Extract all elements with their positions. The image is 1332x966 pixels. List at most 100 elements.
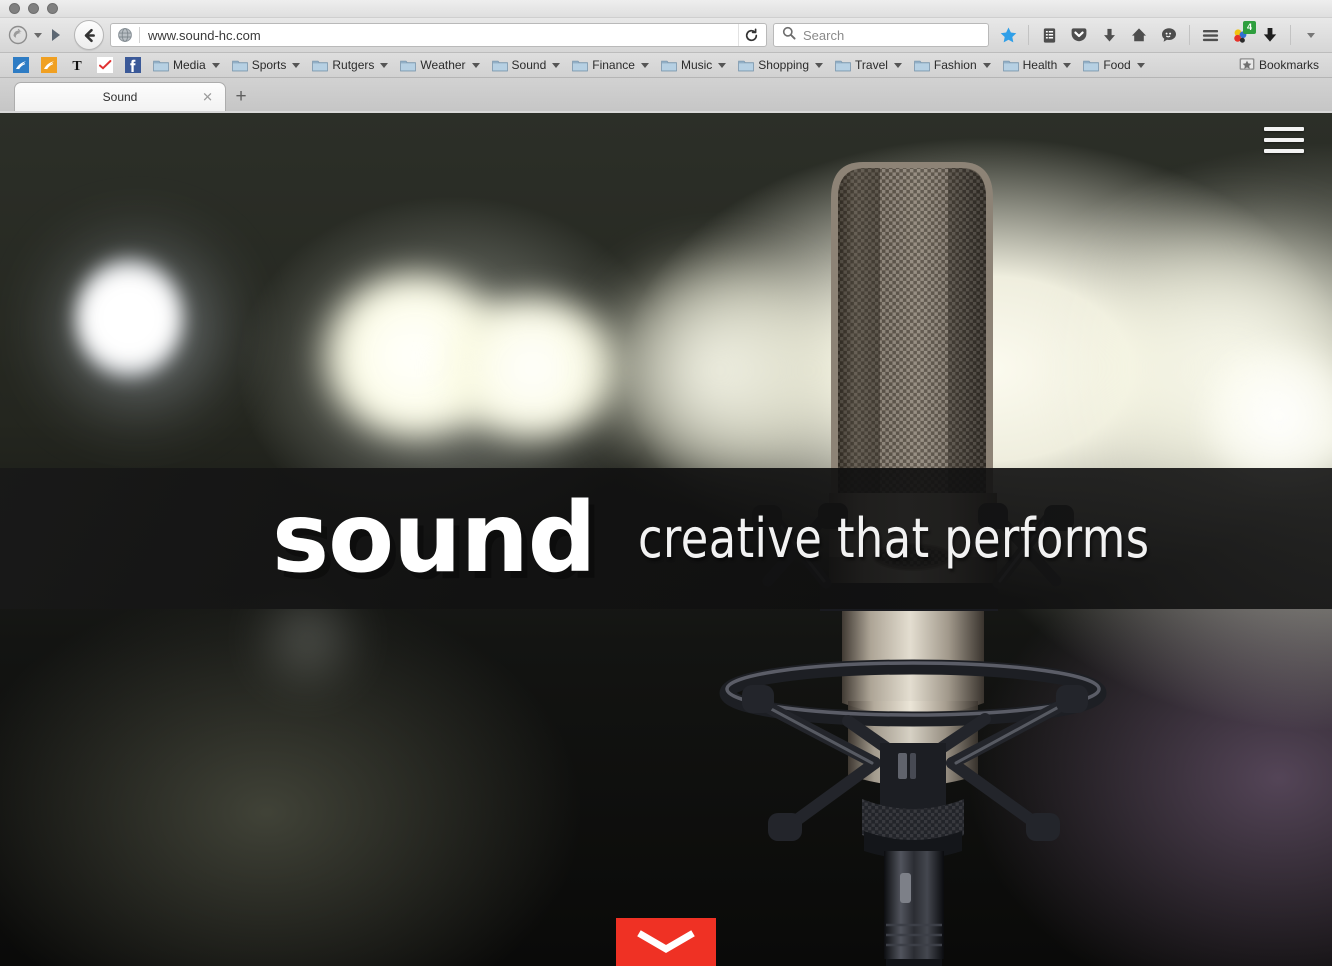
bookmark-folder-travel[interactable]: Travel — [830, 56, 907, 74]
window-titlebar — [0, 0, 1332, 18]
chevron-down-icon[interactable] — [292, 62, 301, 68]
home-icon[interactable] — [1126, 22, 1152, 48]
chevron-down-icon[interactable] — [640, 62, 649, 68]
folder-icon — [153, 59, 169, 72]
folder-icon — [572, 59, 589, 72]
bookmark-folder-media[interactable]: Media — [148, 56, 225, 74]
bookmark-folder-sound[interactable]: Sound — [487, 56, 566, 74]
browser-toolbar: www.sound-hc.com Search 4 — [0, 18, 1332, 53]
bookmark-folder-shopping[interactable]: Shopping — [733, 56, 828, 74]
folder-icon — [231, 59, 248, 72]
bookmark-item[interactable] — [36, 55, 62, 75]
pocket-icon[interactable] — [1066, 22, 1092, 48]
tab-strip: Sound ✕ + — [0, 78, 1332, 111]
bookmark-label: Sports — [251, 58, 287, 72]
reader-list-icon[interactable] — [1036, 22, 1062, 48]
folder-icon — [835, 59, 851, 72]
chevron-down-icon[interactable] — [211, 62, 220, 68]
bookmark-folder-finance[interactable]: Finance — [567, 56, 654, 74]
bookmark-label: Sound — [511, 58, 547, 72]
reload-button[interactable] — [738, 24, 764, 46]
hamburger-bar — [1264, 127, 1304, 131]
hero-section: sound creative that performs — [0, 113, 1332, 966]
nyt-favicon-icon: T — [69, 57, 85, 74]
all-bookmarks-label: Bookmarks — [1258, 58, 1319, 72]
bookmark-folder-food[interactable]: Food — [1078, 56, 1149, 74]
hero-text-band: sound creative that performs — [0, 468, 1332, 609]
bookmark-label: Finance — [592, 58, 635, 72]
chevron-down-icon[interactable] — [718, 62, 727, 68]
chevron-down-icon[interactable] — [893, 62, 902, 68]
bookmark-label: Travel — [855, 58, 888, 72]
search-input[interactable]: Search — [803, 28, 844, 43]
close-icon[interactable]: ✕ — [202, 91, 213, 104]
bookmark-folder-health[interactable]: Health — [998, 56, 1077, 74]
browser-window: www.sound-hc.com Search 4 T Media Sports… — [0, 0, 1332, 966]
chevron-down-icon[interactable] — [471, 62, 480, 68]
bookmarks-star-folder-icon — [1239, 57, 1255, 73]
folder-icon — [661, 59, 677, 72]
extension-badge: 4 — [1243, 21, 1256, 34]
globe-icon — [117, 27, 133, 43]
bookmark-label: Media — [173, 58, 206, 72]
downloads-icon[interactable] — [1096, 22, 1122, 48]
toolbar-divider — [1290, 25, 1291, 45]
search-icon — [782, 26, 796, 45]
scroll-down-button[interactable] — [616, 918, 716, 966]
folder-icon — [491, 59, 508, 72]
bookmark-item[interactable] — [120, 55, 146, 75]
bookmark-label: Food — [1103, 58, 1131, 72]
toolbar-icon-group: 4 — [995, 21, 1324, 48]
bookmark-folder-fashion[interactable]: Fashion — [909, 56, 996, 74]
bookmark-star-icon[interactable] — [995, 22, 1021, 48]
search-bar[interactable]: Search — [773, 23, 989, 47]
window-minimize-button[interactable] — [28, 3, 39, 14]
bookmark-label: Fashion — [933, 58, 977, 72]
bookmark-item[interactable]: T — [64, 55, 90, 75]
extension-icon[interactable]: 4 — [1227, 21, 1256, 48]
bookmark-folder-weather[interactable]: Weather — [395, 56, 484, 74]
check-favicon-icon — [97, 57, 113, 73]
chevron-down-icon[interactable] — [380, 62, 389, 68]
url-divider — [139, 27, 140, 43]
folder-icon — [1083, 59, 1100, 72]
toolbar-divider — [1028, 25, 1029, 45]
chevron-down-icon — [637, 930, 695, 954]
forward-button — [52, 29, 60, 41]
firefox-logo-icon[interactable] — [8, 25, 28, 45]
tab-sound[interactable]: Sound ✕ — [14, 82, 226, 111]
overflow-caret-icon[interactable] — [1298, 22, 1324, 48]
bookmark-item[interactable] — [8, 55, 34, 75]
bookmark-folder-music[interactable]: Music — [656, 56, 731, 74]
bookmark-label: Music — [680, 58, 713, 72]
page-tagline: creative that performs — [637, 507, 1150, 570]
folder-icon — [400, 59, 417, 72]
folder-icon — [738, 59, 755, 72]
tab-title: Sound — [102, 90, 138, 104]
bookmark-folder-rutgers[interactable]: Rutgers — [307, 56, 393, 74]
chevron-down-icon[interactable] — [1136, 62, 1145, 68]
chevron-down-icon[interactable] — [815, 62, 824, 68]
window-close-button[interactable] — [9, 3, 20, 14]
bookmark-label: Health — [1022, 58, 1058, 72]
bookmark-label: Rutgers — [332, 58, 375, 72]
bookmark-item[interactable] — [92, 55, 118, 75]
menu-hamburger-icon[interactable] — [1197, 22, 1223, 48]
window-zoom-button[interactable] — [47, 3, 58, 14]
download-manager-icon[interactable] — [1257, 22, 1283, 48]
new-tab-button[interactable]: + — [226, 82, 256, 111]
chevron-down-icon[interactable] — [982, 62, 991, 68]
all-bookmarks-button[interactable]: Bookmarks — [1234, 55, 1324, 75]
chat-icon[interactable] — [1156, 22, 1182, 48]
bookmark-folder-sports[interactable]: Sports — [227, 56, 306, 74]
firefox-menu-caret-icon[interactable] — [34, 32, 42, 38]
bookmark-label: Shopping — [758, 58, 810, 72]
hamburger-bar — [1264, 149, 1304, 153]
back-button[interactable] — [74, 20, 104, 50]
hamburger-menu[interactable] — [1264, 124, 1304, 156]
page-title: sound — [272, 481, 596, 594]
address-bar[interactable]: www.sound-hc.com — [110, 23, 767, 47]
chevron-down-icon[interactable] — [1063, 62, 1072, 68]
bookmark-label: Weather — [420, 58, 466, 72]
chevron-down-icon[interactable] — [552, 62, 561, 68]
